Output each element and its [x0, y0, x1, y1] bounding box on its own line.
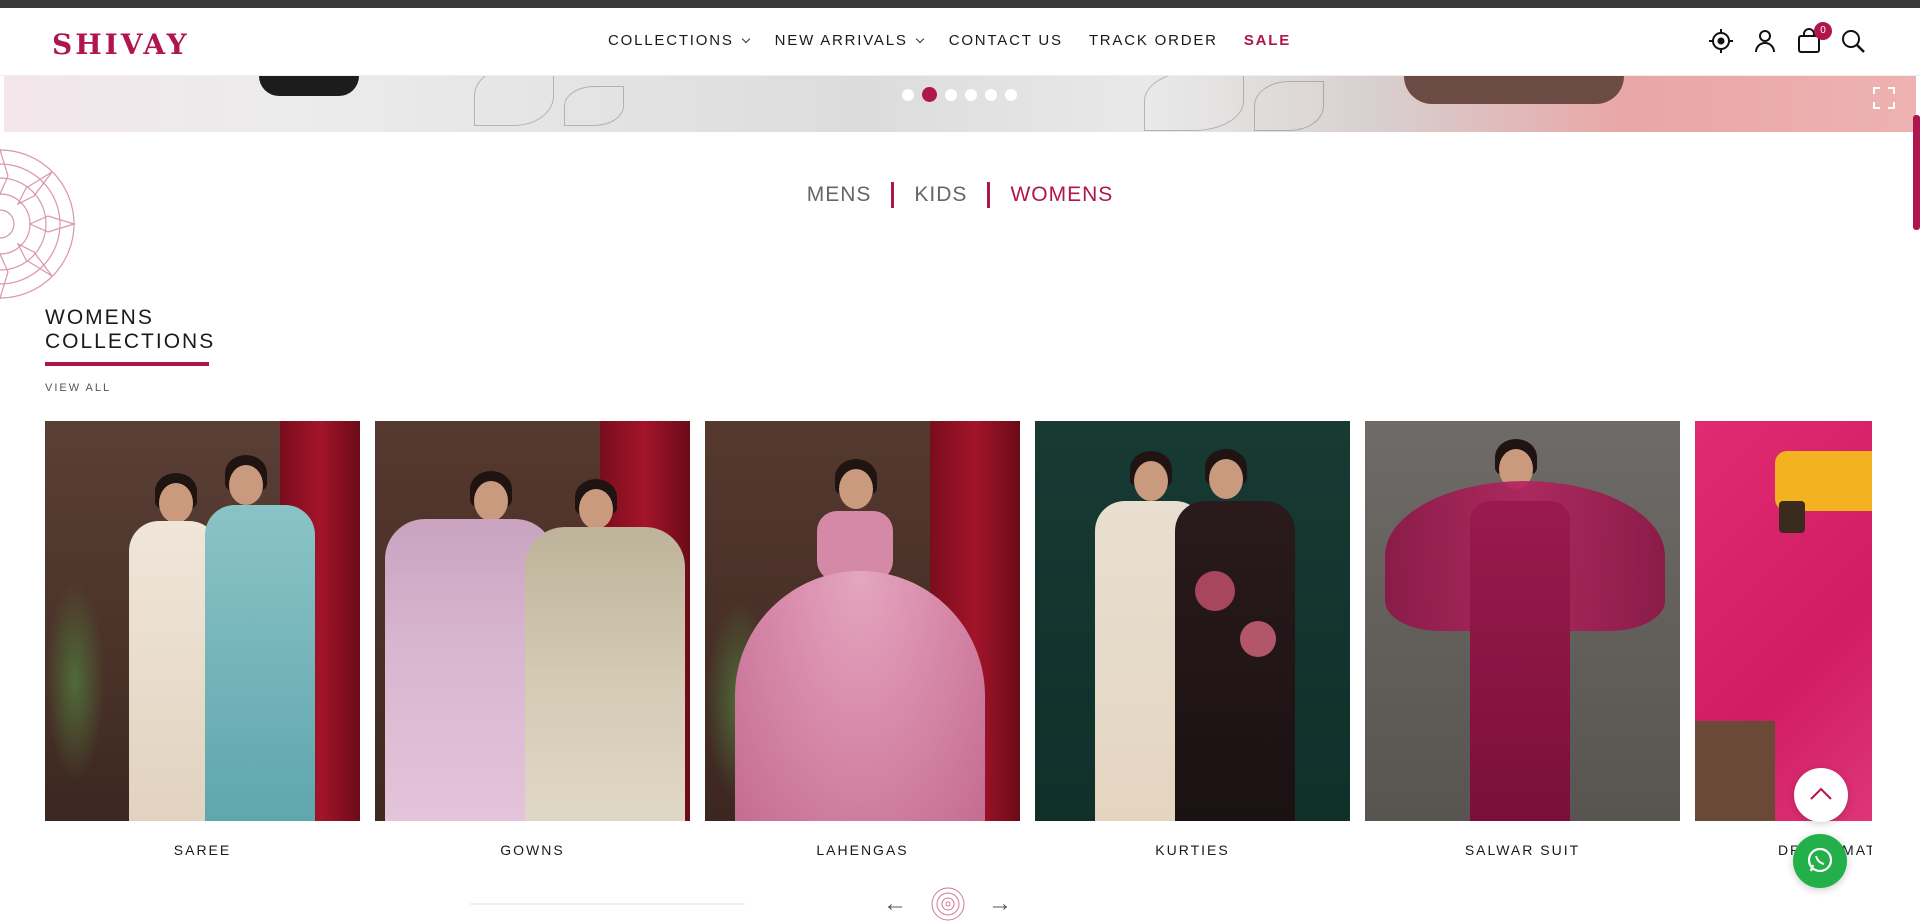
product-label: KURTIES	[1155, 842, 1230, 858]
banner-dot[interactable]	[965, 88, 977, 101]
product-label: LAHENGAS	[816, 842, 909, 858]
product-image	[45, 421, 360, 821]
banner-leaf-decoration	[474, 76, 554, 126]
whatsapp-icon	[1807, 847, 1833, 873]
nav-collections-label: COLLECTIONS	[608, 32, 734, 49]
nav-track-order-label: TRACK ORDER	[1088, 32, 1218, 49]
product-image	[1035, 421, 1350, 821]
product-card-saree[interactable]: SAREE	[45, 421, 360, 858]
user-icon[interactable]	[1752, 28, 1778, 54]
nav-new-arrivals[interactable]: NEW ARRIVALS	[774, 32, 924, 49]
shopping-bag-icon[interactable]: 0	[1796, 22, 1832, 54]
carousel-prev-button[interactable]: ←	[883, 890, 907, 918]
banner-dot[interactable]	[902, 88, 914, 101]
cart-count-badge: 0	[1814, 22, 1832, 40]
nav-track-order[interactable]: TRACK ORDER	[1089, 32, 1218, 49]
nav-sale-label: SALE	[1243, 32, 1292, 49]
location-icon[interactable]	[1708, 28, 1734, 54]
product-label: SAREE	[173, 842, 232, 858]
product-label: SALWAR SUIT	[1464, 842, 1581, 858]
browser-top-strip	[0, 0, 1920, 8]
header-icons: 0	[1708, 22, 1866, 54]
mandala-decoration	[0, 146, 78, 302]
site-header: SHIVAY COLLECTIONS NEW ARRIVALS CONTACT …	[0, 8, 1920, 76]
section-title-underline	[45, 362, 209, 366]
nav-contact-us-label: CONTACT US	[948, 32, 1063, 49]
product-carousel: SAREE GOWNS LAHENGAS KURTIES SALWAR SUIT…	[45, 421, 1872, 861]
section-title-line2: COLLECTIONS	[45, 330, 216, 353]
nav-sale[interactable]: SALE	[1244, 32, 1291, 49]
tab-womens[interactable]: WOMENS	[990, 183, 1133, 207]
whatsapp-button[interactable]	[1793, 834, 1847, 888]
nav-collections[interactable]: COLLECTIONS	[608, 32, 750, 49]
scroll-to-top-button[interactable]	[1794, 768, 1848, 822]
banner-leaf-decoration	[564, 86, 624, 126]
page-scrollbar[interactable]	[1913, 115, 1920, 230]
banner-dots	[902, 87, 1017, 102]
site-logo[interactable]: SHIVAY	[52, 28, 190, 61]
banner-leaf-decoration	[1254, 81, 1324, 131]
product-image	[1365, 421, 1680, 821]
tab-mens[interactable]: MENS	[787, 183, 892, 207]
chevron-down-icon	[915, 34, 924, 44]
product-image	[705, 421, 1020, 821]
section-title: WOMENS COLLECTIONS	[45, 306, 215, 354]
banner-model-image	[1404, 76, 1624, 104]
banner-dot[interactable]	[985, 88, 997, 101]
product-card-lahengas[interactable]: LAHENGAS	[705, 421, 1020, 858]
banner-dot[interactable]	[922, 87, 937, 102]
carousel-next-button[interactable]: →	[988, 890, 1012, 918]
banner-dot[interactable]	[945, 88, 957, 101]
expand-icon[interactable]	[1872, 86, 1896, 110]
product-image	[375, 421, 690, 821]
nav-new-arrivals-label: NEW ARRIVALS	[774, 32, 908, 49]
product-label: GOWNS	[500, 842, 565, 858]
section-title-line1: WOMENS	[45, 306, 154, 329]
main-nav: COLLECTIONS NEW ARRIVALS CONTACT US TRAC…	[608, 32, 1317, 49]
hero-banner	[4, 76, 1916, 132]
chevron-down-icon	[741, 34, 750, 44]
carousel-controls: ← →	[0, 886, 1920, 921]
view-all-link[interactable]: VIEW ALL	[45, 382, 111, 394]
category-tabs: MENS KIDS WOMENS	[0, 182, 1920, 208]
product-card-kurties[interactable]: KURTIES	[1035, 421, 1350, 858]
product-card-salwar-suit[interactable]: SALWAR SUIT	[1365, 421, 1680, 858]
banner-shoe-image	[259, 76, 359, 96]
chevron-up-icon	[1810, 787, 1832, 800]
banner-dot[interactable]	[1005, 88, 1017, 101]
carousel-progress	[470, 903, 745, 905]
product-image	[1695, 421, 1872, 821]
nav-contact-us[interactable]: CONTACT US	[949, 32, 1063, 49]
tab-kids[interactable]: KIDS	[894, 183, 987, 207]
banner-leaf-decoration	[1144, 76, 1244, 131]
mandala-icon	[930, 886, 966, 921]
search-icon[interactable]	[1840, 28, 1866, 54]
product-card-gowns[interactable]: GOWNS	[375, 421, 690, 858]
